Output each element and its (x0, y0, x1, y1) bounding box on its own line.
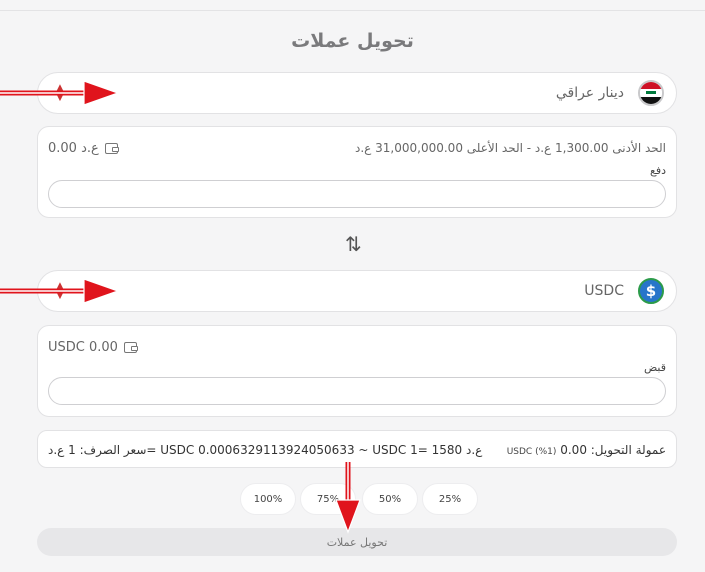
annotation-arrow-icon (0, 278, 120, 304)
swap-arrows-icon[interactable]: ⇅ (345, 232, 362, 256)
fee-detail: (1%) USDC (506, 447, 557, 457)
percent-50-button[interactable]: 50% (362, 483, 418, 515)
pay-input[interactable] (48, 180, 666, 208)
pay-label: دفع (649, 164, 666, 177)
fee-text: عمولة التحويل: 0.00 (1%) USDC (507, 443, 666, 457)
page-title: تحويل عملات (291, 30, 414, 52)
wallet-icon (123, 342, 138, 353)
pay-panel: الحد الأدنى 1,300.00 ع.د - الحد الأعلى 3… (37, 126, 677, 218)
to-balance-value: USDC 0.00 (48, 340, 118, 355)
limits-text: الحد الأدنى 1,300.00 ع.د - الحد الأعلى 3… (355, 141, 666, 155)
to-balance: USDC 0.00 (48, 340, 138, 355)
annotation-arrow-icon (0, 80, 120, 106)
receive-panel: USDC 0.00 قبض (37, 325, 677, 417)
percent-25-button[interactable]: 25% (422, 483, 478, 515)
to-currency-label: USDC (584, 283, 624, 299)
from-balance: 0.00 ع.د (48, 141, 119, 156)
usdc-coin-icon: $ (638, 278, 664, 304)
to-currency-select[interactable]: $ USDC ▲ ▼ (37, 270, 677, 312)
iraq-flag-icon (638, 80, 664, 106)
percent-100-button[interactable]: 100% (240, 483, 296, 515)
receive-label: قبض (643, 361, 666, 374)
from-balance-value: 0.00 ع.د (48, 141, 99, 156)
receive-input[interactable] (48, 377, 666, 405)
from-currency-select[interactable]: دينار عراقي ▲ ▼ (37, 72, 677, 114)
wallet-icon (104, 143, 119, 154)
annotation-arrow-icon (335, 462, 361, 534)
from-currency-label: دينار عراقي (555, 85, 624, 101)
top-divider (0, 10, 705, 11)
exchange-rate-text: سعر الصرف: 1 ع.د= USDC 0.000632911392405… (48, 443, 483, 457)
fee-label: عمولة التحويل: 0.00 (560, 443, 666, 457)
